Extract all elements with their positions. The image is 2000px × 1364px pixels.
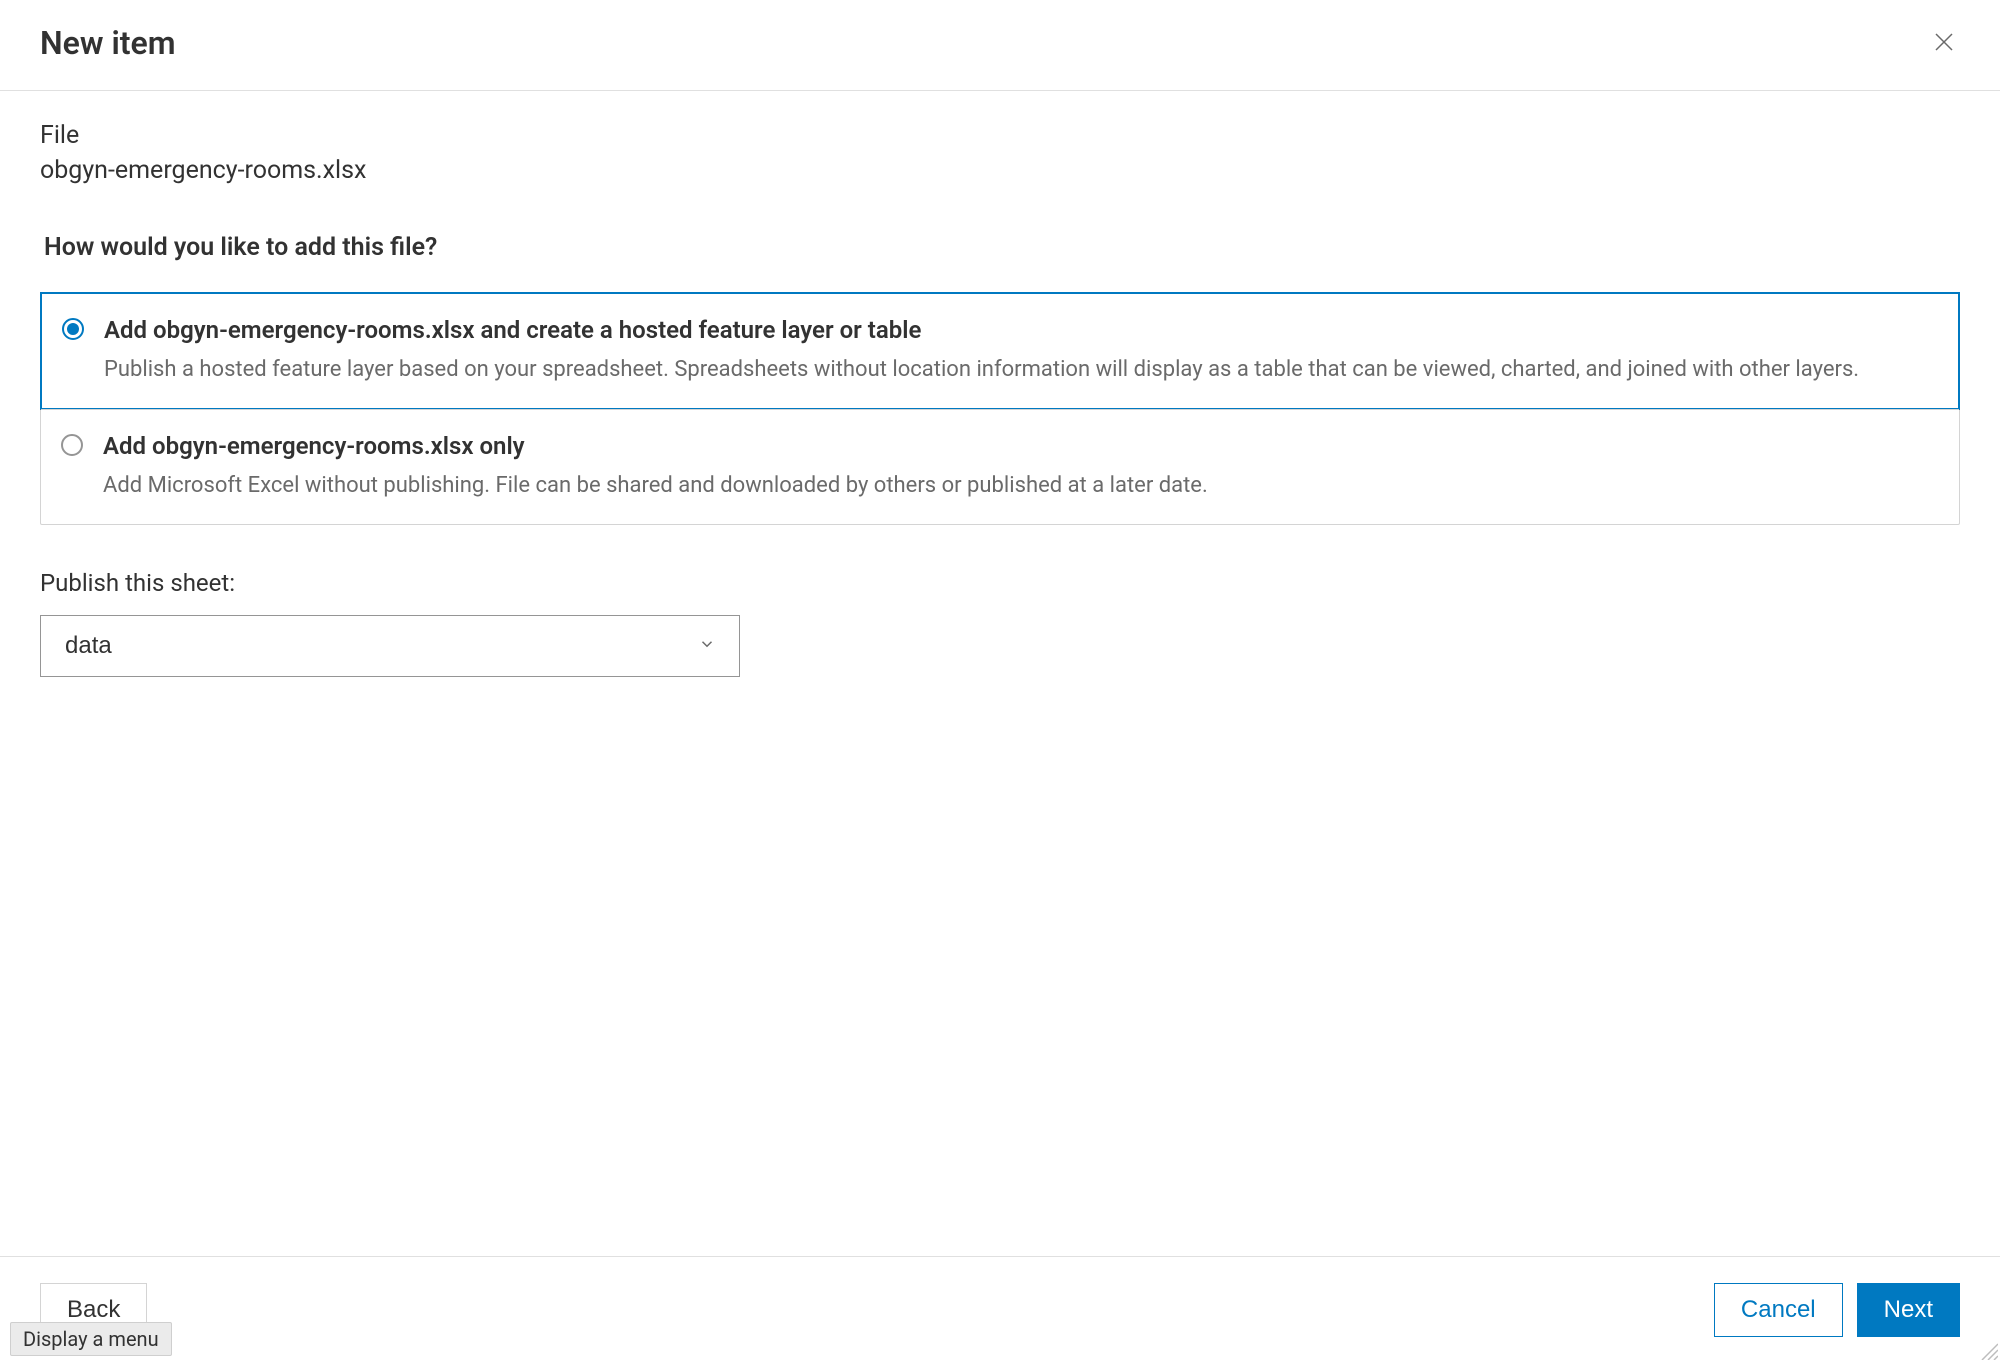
close-button[interactable] — [1928, 26, 1960, 61]
resize-grip-icon[interactable] — [1976, 1338, 1998, 1360]
option-title: Add obgyn-emergency-rooms.xlsx and creat… — [104, 316, 1936, 344]
status-hint: Display a menu — [10, 1322, 172, 1356]
option-text: Add obgyn-emergency-rooms.xlsx and creat… — [104, 316, 1936, 386]
file-label: File — [40, 121, 1960, 150]
publish-sheet-label: Publish this sheet: — [40, 569, 1960, 597]
sheet-select-wrap: data — [40, 615, 740, 677]
dialog-header: New item — [0, 0, 2000, 91]
sheet-select[interactable]: data — [40, 615, 740, 677]
sheet-select-value: data — [65, 632, 112, 660]
option-description: Publish a hosted feature layer based on … — [104, 354, 1936, 386]
add-file-question: How would you like to add this file? — [40, 233, 1960, 262]
file-name: obgyn-emergency-rooms.xlsx — [40, 156, 1960, 185]
radio-button[interactable] — [61, 434, 83, 456]
page-title: New item — [40, 24, 176, 62]
radio-wrap — [62, 318, 84, 340]
radio-wrap — [61, 434, 83, 456]
option-title: Add obgyn-emergency-rooms.xlsx only — [103, 432, 1937, 460]
option-create-hosted-layer[interactable]: Add obgyn-emergency-rooms.xlsx and creat… — [40, 292, 1960, 410]
dialog-content: File obgyn-emergency-rooms.xlsx How woul… — [0, 91, 2000, 677]
publish-sheet-section: Publish this sheet: data — [40, 569, 1960, 677]
dialog-footer: Back Cancel Next — [0, 1256, 2000, 1362]
add-file-options: Add obgyn-emergency-rooms.xlsx and creat… — [40, 292, 1960, 525]
radio-button-selected[interactable] — [62, 318, 84, 340]
next-button[interactable]: Next — [1857, 1283, 1960, 1337]
option-add-file-only[interactable]: Add obgyn-emergency-rooms.xlsx only Add … — [41, 409, 1959, 524]
option-description: Add Microsoft Excel without publishing. … — [103, 470, 1937, 502]
close-icon — [1932, 30, 1956, 57]
cancel-button[interactable]: Cancel — [1714, 1283, 1843, 1337]
option-text: Add obgyn-emergency-rooms.xlsx only Add … — [103, 432, 1937, 502]
footer-right-buttons: Cancel Next — [1714, 1283, 1960, 1337]
